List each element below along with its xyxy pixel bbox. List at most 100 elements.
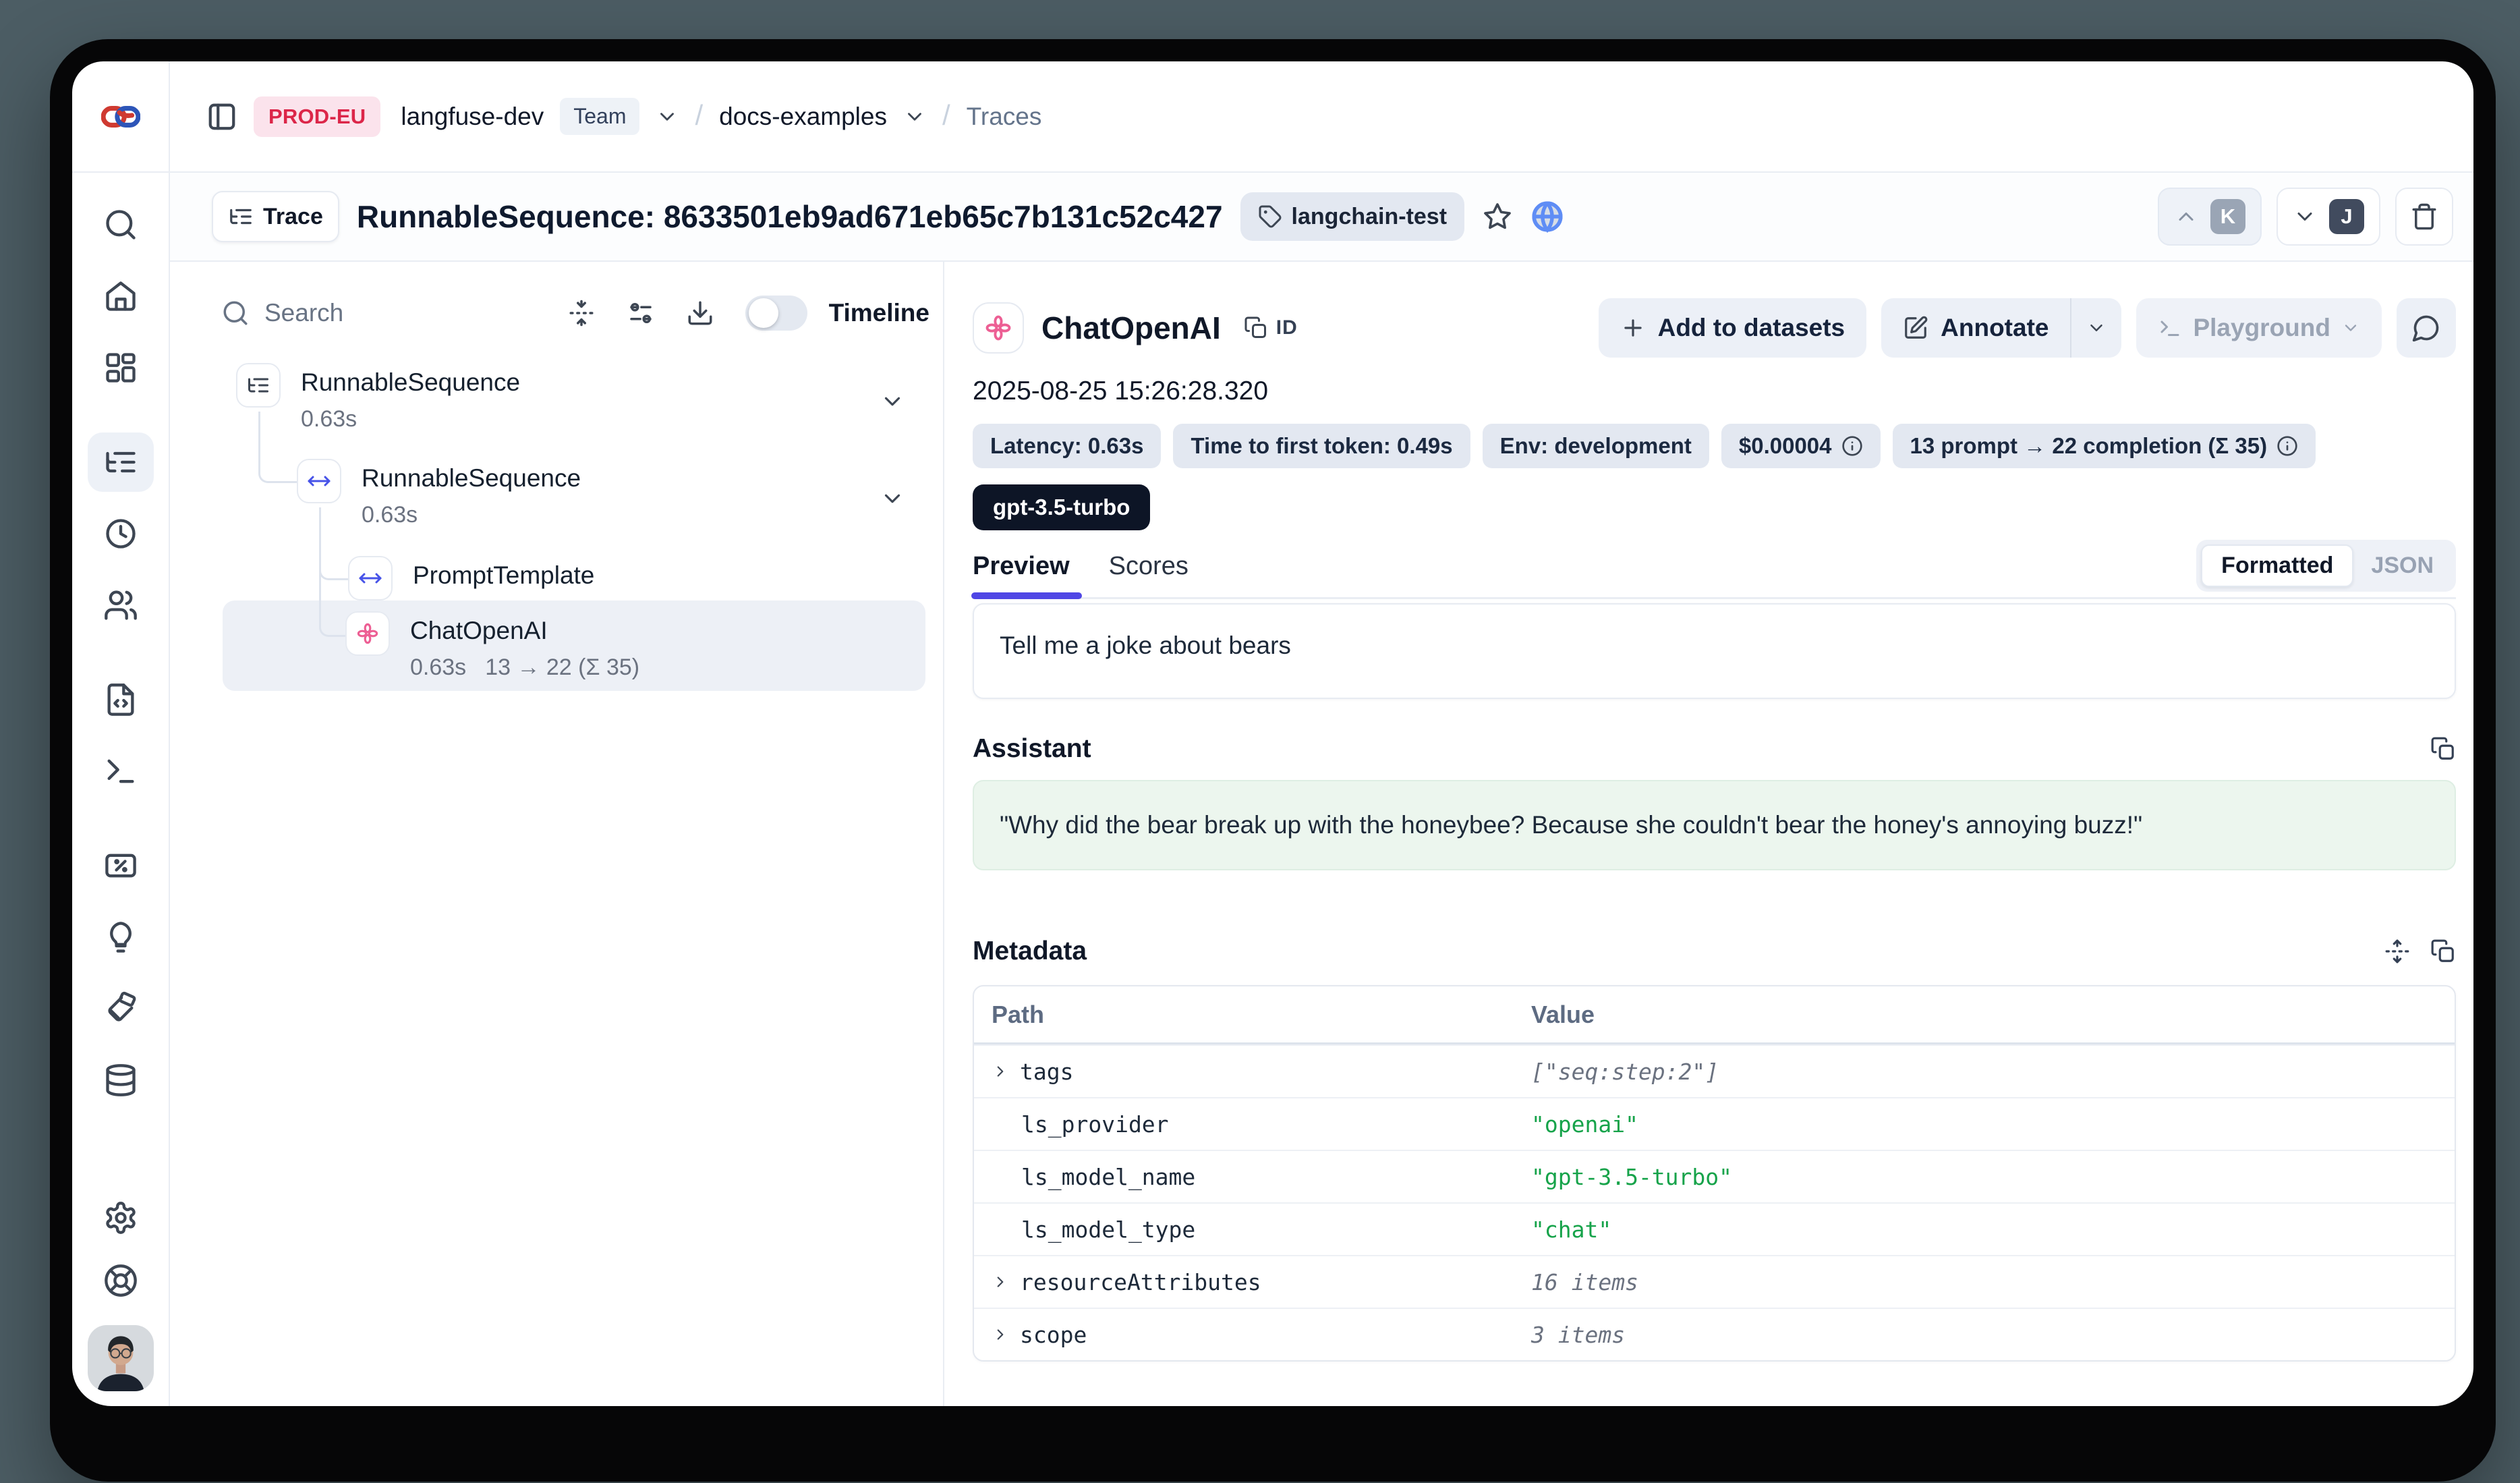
tree-node-prompt-template[interactable]: PromptTemplate — [348, 556, 594, 600]
cost-badge[interactable]: $0.00004 — [1721, 424, 1881, 468]
metadata-row-resource-attributes[interactable]: resourceAttributes 16 items — [974, 1255, 2455, 1308]
timeline-toggle[interactable] — [745, 296, 807, 331]
sidebar-toggle-icon[interactable] — [206, 101, 237, 132]
prev-trace-button[interactable]: K — [2158, 188, 2262, 246]
token-usage-badge[interactable]: 13 prompt → 22 completion (Σ 35) — [1893, 424, 2316, 468]
latency-badge: Latency: 0.63s — [973, 424, 1161, 468]
stat-badges: Latency: 0.63s Time to first token: 0.49… — [973, 424, 2456, 468]
view-settings-icon[interactable] — [627, 299, 655, 327]
annotate-label: Annotate — [1941, 314, 2049, 342]
next-trace-button[interactable]: J — [2276, 188, 2380, 246]
sidebar-item-search[interactable] — [72, 189, 169, 260]
format-formatted[interactable]: Formatted — [2201, 544, 2353, 587]
column-value: Value — [1531, 1001, 2455, 1029]
breadcrumb-separator: / — [942, 99, 950, 132]
tree-search-input[interactable] — [264, 299, 494, 327]
sidebar-item-settings[interactable] — [88, 1182, 154, 1254]
add-to-datasets-button[interactable]: Add to datasets — [1599, 298, 1867, 358]
langfuse-logo[interactable] — [101, 103, 140, 131]
sidebar-nav — [72, 173, 170, 1406]
sidebar-item-dashboards[interactable] — [72, 332, 169, 403]
trace-title: RunnableSequence: 8633501eb9ad671eb65c7b… — [357, 198, 1223, 235]
terminal-icon — [2158, 316, 2182, 340]
observation-title: ChatOpenAI — [1041, 310, 1221, 346]
sidebar-item-support[interactable] — [88, 1254, 154, 1308]
annotate-button[interactable]: Annotate — [1881, 298, 2070, 358]
copy-icon[interactable] — [2430, 939, 2456, 964]
assistant-message-box: "Why did the bear break up with the hone… — [973, 780, 2456, 870]
copy-id-button[interactable]: ID — [1244, 316, 1298, 340]
tree-node-chat-openai[interactable]: ChatOpenAI 0.63s 13 → 22 (Σ 35) — [345, 611, 639, 681]
user-avatar[interactable] — [88, 1325, 154, 1391]
chevron-right-icon — [992, 1063, 1009, 1080]
environment-badge[interactable]: PROD-EU — [254, 96, 380, 137]
collapse-node-chevron-icon[interactable] — [880, 486, 905, 511]
shortcut-key-k: K — [2210, 199, 2245, 234]
annotate-dropdown-button[interactable] — [2070, 298, 2121, 358]
public-globe-icon[interactable] — [1530, 200, 1564, 233]
tree-node-duration: 0.63s — [410, 654, 466, 681]
chevron-right-icon — [992, 1326, 1009, 1343]
observation-timestamp: 2025-08-25 15:26:28.320 — [973, 376, 2456, 406]
copy-icon[interactable] — [2430, 736, 2456, 762]
tree-node-tokens: 13 → 22 (Σ 35) — [485, 654, 639, 681]
observation-header: ChatOpenAI ID Add to datasets — [973, 298, 2456, 358]
tree-node-duration: 0.63s — [301, 406, 357, 432]
trace-type-label: Trace — [263, 204, 323, 230]
breadcrumb: PROD-EU langfuse-dev Team / docs-example… — [170, 61, 2473, 173]
env-badge: Env: development — [1483, 424, 1709, 468]
download-icon[interactable] — [686, 299, 714, 327]
sidebar-item-home[interactable] — [72, 260, 169, 332]
trace-node-icon — [236, 363, 281, 408]
delete-trace-button[interactable] — [2395, 188, 2453, 246]
format-json[interactable]: JSON — [2353, 546, 2451, 586]
shortcut-key-j: J — [2329, 199, 2364, 234]
sidebar-item-traces[interactable] — [72, 426, 169, 498]
breadcrumb-section[interactable]: Traces — [967, 103, 1042, 131]
org-switcher-chevron-icon[interactable] — [656, 105, 679, 128]
trace-type-badge: Trace — [212, 191, 339, 242]
bookmark-star-icon[interactable] — [1482, 201, 1513, 232]
model-badge[interactable]: gpt-3.5-turbo — [973, 484, 1150, 530]
chevron-up-icon — [2174, 204, 2198, 229]
playground-button[interactable]: Playground — [2136, 298, 2382, 358]
metadata-row-ls-model-type: ls_model_type "chat" — [974, 1202, 2455, 1255]
collapse-all-icon[interactable] — [567, 299, 596, 327]
sidebar-item-annotation[interactable] — [72, 973, 169, 1044]
sidebar-item-sessions[interactable] — [72, 498, 169, 569]
trace-tag[interactable]: langchain-test — [1240, 192, 1464, 241]
metadata-row-tags[interactable]: tags ["seq:step:2"] — [974, 1044, 2455, 1097]
metadata-row-scope[interactable]: scope 3 items — [974, 1308, 2455, 1360]
org-name[interactable]: langfuse-dev — [401, 103, 544, 131]
collapse-node-chevron-icon[interactable] — [880, 389, 905, 414]
tree-node-label: PromptTemplate — [413, 556, 594, 590]
trace-titlebar: Trace RunnableSequence: 8633501eb9ad671e… — [170, 173, 2473, 262]
span-node-icon — [297, 459, 341, 503]
sidebar-item-users[interactable] — [72, 569, 169, 641]
detail-tabs: Preview Scores Formatted JSON — [973, 552, 2456, 599]
comments-button[interactable] — [2397, 298, 2456, 358]
logo-cell — [72, 61, 170, 173]
sidebar-item-scores[interactable] — [72, 830, 169, 901]
observation-detail-panel: ChatOpenAI ID Add to datasets — [944, 262, 2473, 1406]
tree-node-span[interactable]: RunnableSequence 0.63s — [297, 459, 581, 528]
sidebar-item-datasets[interactable] — [72, 1044, 169, 1116]
pen-square-icon — [1903, 315, 1928, 341]
breadcrumb-project[interactable]: docs-examples — [719, 103, 887, 131]
breadcrumb-separator: / — [695, 99, 703, 132]
tab-preview[interactable]: Preview — [973, 552, 1070, 581]
tree-node-label: RunnableSequence — [362, 459, 581, 493]
plus-icon — [1620, 315, 1646, 341]
timeline-toggle-label: Timeline — [829, 299, 929, 327]
app-window: PROD-EU langfuse-dev Team / docs-example… — [50, 39, 2496, 1482]
copy-icon — [1244, 316, 1268, 340]
sidebar-item-evaluators[interactable] — [72, 901, 169, 973]
tab-scores[interactable]: Scores — [1109, 552, 1189, 581]
span-node-icon — [348, 556, 393, 600]
sidebar-item-playground[interactable] — [72, 735, 169, 807]
expand-vertical-icon[interactable] — [2384, 939, 2410, 964]
sidebar-item-prompts[interactable] — [72, 664, 169, 735]
tree-node-root[interactable]: RunnableSequence 0.63s — [236, 363, 520, 432]
generation-icon — [973, 302, 1024, 354]
project-switcher-chevron-icon[interactable] — [903, 105, 926, 128]
